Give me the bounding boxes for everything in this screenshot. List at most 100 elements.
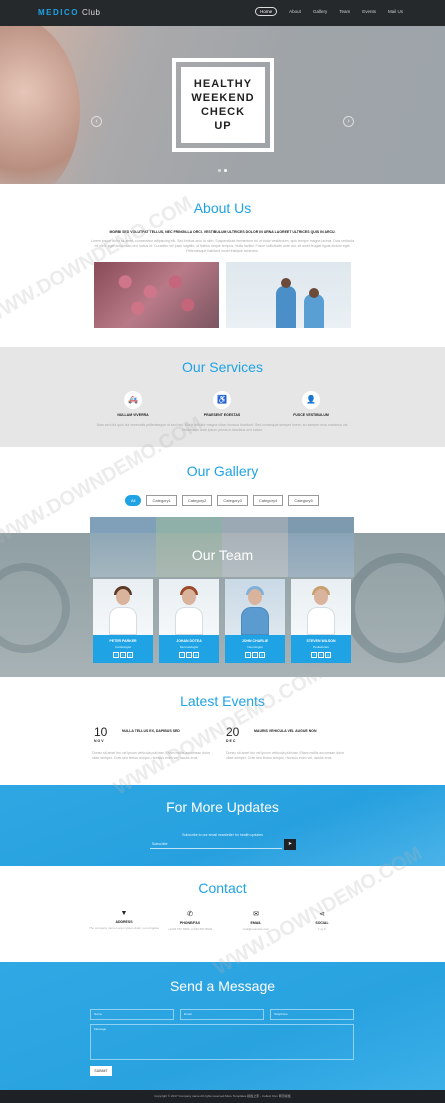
gallery-images bbox=[90, 517, 354, 533]
service-item: 👤 FUSCE VESTIBULUM bbox=[271, 391, 351, 417]
filter-category1[interactable]: Category1 bbox=[146, 495, 177, 506]
hero-caption: HEALTHY WEEKEND CHECK UP bbox=[181, 67, 265, 143]
team-photo bbox=[159, 579, 219, 635]
service-name: NULLAM VIVERRA bbox=[117, 413, 149, 417]
message-section: Send a Message Name Email Telephone Mess… bbox=[0, 962, 445, 1090]
slider-dot-active[interactable] bbox=[224, 169, 227, 172]
hero-caption-frame: HEALTHY WEEKEND CHECK UP bbox=[172, 58, 274, 152]
gallery-image[interactable] bbox=[90, 517, 156, 533]
social-links[interactable]: f t g in bbox=[282, 927, 362, 932]
events-section: Latest Events 10 NOV NULLA TELLUS EX, DA… bbox=[0, 677, 445, 785]
gallery-image[interactable] bbox=[288, 517, 354, 533]
facebook-icon[interactable]: f bbox=[113, 652, 119, 658]
google-plus-icon[interactable]: g bbox=[325, 652, 331, 658]
event-item: 10 NOV NULLA TELLUS EX, DAPIBUS SED bbox=[94, 725, 180, 743]
site-logo[interactable]: MEDICO Club bbox=[38, 8, 100, 17]
twitter-icon[interactable]: t bbox=[252, 652, 258, 658]
slider-dot[interactable] bbox=[218, 169, 221, 172]
google-plus-icon[interactable]: g bbox=[127, 652, 133, 658]
message-textarea[interactable]: Message bbox=[90, 1024, 354, 1060]
twitter-icon[interactable]: t bbox=[186, 652, 192, 658]
gallery-title: Our Gallery bbox=[186, 463, 259, 479]
team-photo bbox=[93, 579, 153, 635]
event-body: Donec sit amet leo vel ipsum vehicula pu… bbox=[226, 751, 345, 760]
message-title: Send a Message bbox=[169, 978, 276, 994]
newsletter-section: For More Updates Subscribe to our email … bbox=[0, 785, 445, 866]
ambulance-icon: 🚑 bbox=[124, 391, 142, 409]
newsletter-submit-button[interactable]: ➤ bbox=[284, 839, 296, 850]
about-title: About Us bbox=[193, 200, 252, 216]
event-body: Donec sit amet leo vel ipsum vehicula pu… bbox=[92, 751, 211, 760]
team-card: PETER PARKER Cardiologist ftg bbox=[93, 579, 153, 663]
gallery-section: Our Gallery All Category1 Category2 Cate… bbox=[0, 447, 445, 533]
team-card: JOHN CHARLIE Neurologist ftg bbox=[225, 579, 285, 663]
pills-image bbox=[94, 262, 219, 328]
google-plus-icon[interactable]: g bbox=[193, 652, 199, 658]
name-input[interactable]: Name bbox=[90, 1009, 174, 1020]
team-member-name: PETER PARKER bbox=[109, 639, 137, 643]
service-item: 🚑 NULLAM VIVERRA bbox=[93, 391, 173, 417]
team-member-role: Pediatrician bbox=[313, 645, 329, 649]
email-input[interactable]: Email bbox=[180, 1009, 264, 1020]
nav-link-about[interactable]: About bbox=[289, 9, 301, 16]
facebook-icon[interactable]: f bbox=[179, 652, 185, 658]
gallery-filters: All Category1 Category2 Category3 Catego… bbox=[125, 495, 319, 506]
telephone-input[interactable]: Telephone bbox=[270, 1009, 354, 1020]
facebook-icon[interactable]: f bbox=[311, 652, 317, 658]
services-section: Our Services 🚑 NULLAM VIVERRA ♿ PRAESENT… bbox=[0, 347, 445, 447]
event-title[interactable]: MAURIS VEHICULA VEL AUGUE NON bbox=[254, 729, 374, 733]
team-card: JOHAN DOTEA Dermatologist ftg bbox=[159, 579, 219, 663]
contact-section: Contact ▼ ADDRESS The company name Lorem… bbox=[0, 866, 445, 962]
hero-line-3: CHECK bbox=[200, 106, 246, 118]
nav-links: Home About Gallery Team Events Mail Us bbox=[255, 7, 403, 16]
footer: Copyright © 2017 Company name All rights… bbox=[0, 1090, 445, 1103]
google-plus-icon[interactable]: g bbox=[259, 652, 265, 658]
filter-all[interactable]: All bbox=[125, 495, 142, 506]
filter-category2[interactable]: Category2 bbox=[181, 495, 213, 506]
wheelchair-icon: ♿ bbox=[213, 391, 231, 409]
newsletter-title: For More Updates bbox=[166, 799, 279, 815]
team-card: STEVEN WILSON Pediatrician ftg bbox=[291, 579, 351, 663]
newsletter-label: Subscribe to our email newsletter for he… bbox=[182, 833, 263, 837]
team-member-role: Neurologist bbox=[247, 645, 263, 649]
service-name: FUSCE VESTIBULUM bbox=[293, 413, 329, 417]
service-item: ♿ PRAESENT EGESTAS bbox=[182, 391, 262, 417]
contact-label: SOCIAL bbox=[315, 921, 329, 925]
contact-item: ⋖ SOCIAL f t g in bbox=[282, 910, 362, 932]
filter-category4[interactable]: Category4 bbox=[252, 495, 284, 506]
nav-link-gallery[interactable]: Gallery bbox=[313, 9, 327, 16]
event-day: 20 bbox=[226, 725, 240, 739]
twitter-icon[interactable]: t bbox=[318, 652, 324, 658]
gallery-image[interactable] bbox=[156, 517, 222, 533]
slider-next-button[interactable]: › bbox=[343, 116, 354, 127]
gallery-image[interactable] bbox=[222, 517, 288, 533]
nav-link-mail[interactable]: Mail Us bbox=[388, 9, 403, 16]
nav-link-events[interactable]: Events bbox=[362, 9, 376, 16]
contact-title: Contact bbox=[198, 880, 247, 896]
team-photo bbox=[291, 579, 351, 635]
share-icon: ⋖ bbox=[319, 911, 325, 918]
facebook-icon[interactable]: f bbox=[245, 652, 251, 658]
submit-button[interactable]: SUBMIT bbox=[90, 1066, 112, 1076]
hero-line-2: WEEKEND bbox=[191, 92, 255, 104]
doctor-icon: 👤 bbox=[302, 391, 320, 409]
team-title: Our Team bbox=[191, 547, 254, 563]
hero-slider: HEALTHY WEEKEND CHECK UP ‹ › bbox=[0, 26, 445, 184]
filter-category3[interactable]: Category3 bbox=[217, 495, 248, 506]
filter-category5[interactable]: Category5 bbox=[288, 495, 319, 506]
newsletter-email-input[interactable]: Subscribe bbox=[150, 840, 282, 849]
team-member-name: STEVEN WILSON bbox=[306, 639, 336, 643]
twitter-icon[interactable]: t bbox=[120, 652, 126, 658]
events-title: Latest Events bbox=[180, 693, 265, 709]
hero-line-4: UP bbox=[214, 120, 232, 132]
top-navbar: MEDICO Club Home About Gallery Team Event… bbox=[0, 0, 445, 26]
event-title[interactable]: NULLA TELLUS EX, DAPIBUS SED bbox=[122, 729, 242, 733]
slider-prev-button[interactable]: ‹ bbox=[91, 116, 102, 127]
event-item: 20 DEC MAURIS VEHICULA VEL AUGUE NON bbox=[226, 725, 317, 743]
event-month: DEC bbox=[226, 739, 237, 743]
slider-dots bbox=[218, 169, 227, 172]
nav-link-home[interactable]: Home bbox=[255, 7, 278, 16]
about-body: Lorem ipsum dolor sit amet, consectetur … bbox=[90, 239, 355, 253]
nav-link-team[interactable]: Team bbox=[339, 9, 350, 16]
services-body: Nam sed dui quis dui venenatis pellentes… bbox=[96, 423, 349, 432]
